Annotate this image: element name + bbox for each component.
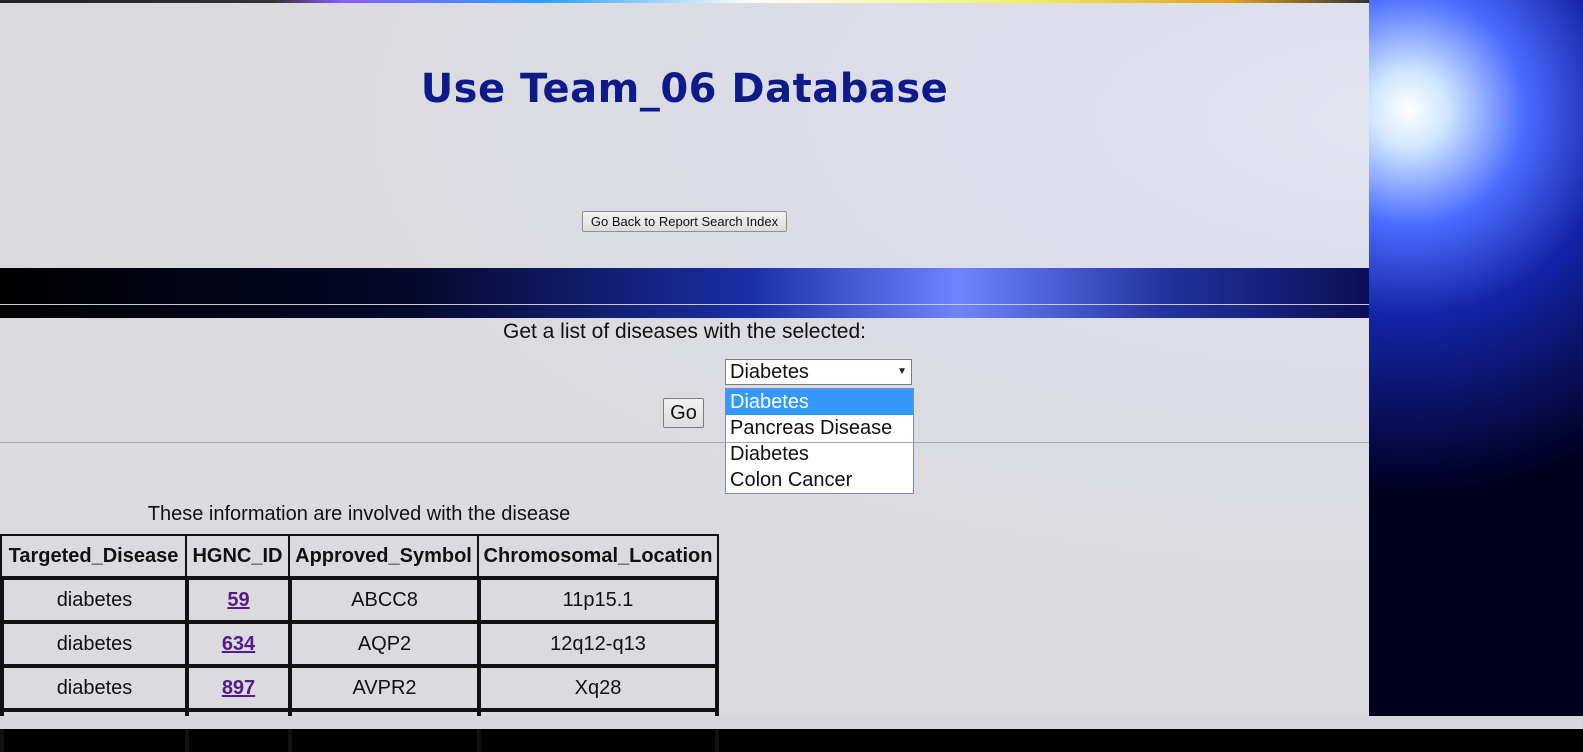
hgnc-id-link[interactable]: 634 <box>222 633 255 655</box>
cell-hgnc-id: 634 <box>185 620 288 664</box>
divider <box>0 304 1369 305</box>
column-header-hgnc-id: HGNC_ID <box>185 534 288 576</box>
dropdown-option-diabetes[interactable]: Diabetes <box>726 389 913 415</box>
disease-select[interactable]: Diabetes ▼ <box>725 359 912 385</box>
cell-symbol: ABCC8 <box>288 576 477 620</box>
window-bottom-edge <box>0 716 1583 729</box>
dropdown-arrow-icon: ▼ <box>897 366 907 377</box>
hgnc-id-link[interactable]: 59 <box>227 589 249 611</box>
hgnc-id-link[interactable]: 897 <box>222 677 255 699</box>
cell-location: 11p15.1 <box>477 576 719 620</box>
go-button[interactable]: Go <box>663 398 704 428</box>
disease-select-prompt: Get a list of diseases with the selected… <box>502 320 867 343</box>
divider <box>0 442 1369 443</box>
results-caption: These information are involved with the … <box>147 503 571 525</box>
page-title: Use Team_06 Database <box>420 66 949 112</box>
table-header-row: Targeted_Disease HGNC_ID Approved_Symbol… <box>0 534 719 576</box>
cell-location: 12q12-q13 <box>477 620 719 664</box>
dropdown-option-pancreas-disease[interactable]: Pancreas Disease <box>726 415 913 441</box>
dropdown-option-diabetes-2[interactable]: Diabetes <box>726 441 913 467</box>
table-row: diabetes 59 ABCC8 11p15.1 <box>0 576 719 620</box>
cell-symbol: AVPR2 <box>288 664 477 708</box>
background-band <box>0 268 1369 318</box>
cell-hgnc-id: 897 <box>185 664 288 708</box>
cell-disease: diabetes <box>0 620 185 664</box>
column-header-chromosomal-location: Chromosomal_Location <box>477 534 719 576</box>
column-header-approved-symbol: Approved_Symbol <box>288 534 477 576</box>
cell-symbol: AQP2 <box>288 620 477 664</box>
disease-dropdown-list[interactable]: Diabetes Pancreas Disease Diabetes Colon… <box>725 388 914 494</box>
cell-disease: diabetes <box>0 576 185 620</box>
table-row: diabetes 897 AVPR2 Xq28 <box>0 664 719 708</box>
dropdown-option-colon-cancer[interactable]: Colon Cancer <box>726 467 913 493</box>
table-row-partial <box>0 708 719 752</box>
cell-hgnc-id: 59 <box>185 576 288 620</box>
cell-disease: diabetes <box>0 664 185 708</box>
disease-select-value: Diabetes <box>730 361 809 383</box>
table-row: diabetes 634 AQP2 12q12-q13 <box>0 620 719 664</box>
dna-artwork-side <box>1369 0 1583 729</box>
back-to-report-index-button[interactable]: Go Back to Report Search Index <box>582 211 787 232</box>
cell-location: Xq28 <box>477 664 719 708</box>
column-header-targeted-disease: Targeted_Disease <box>0 534 185 576</box>
